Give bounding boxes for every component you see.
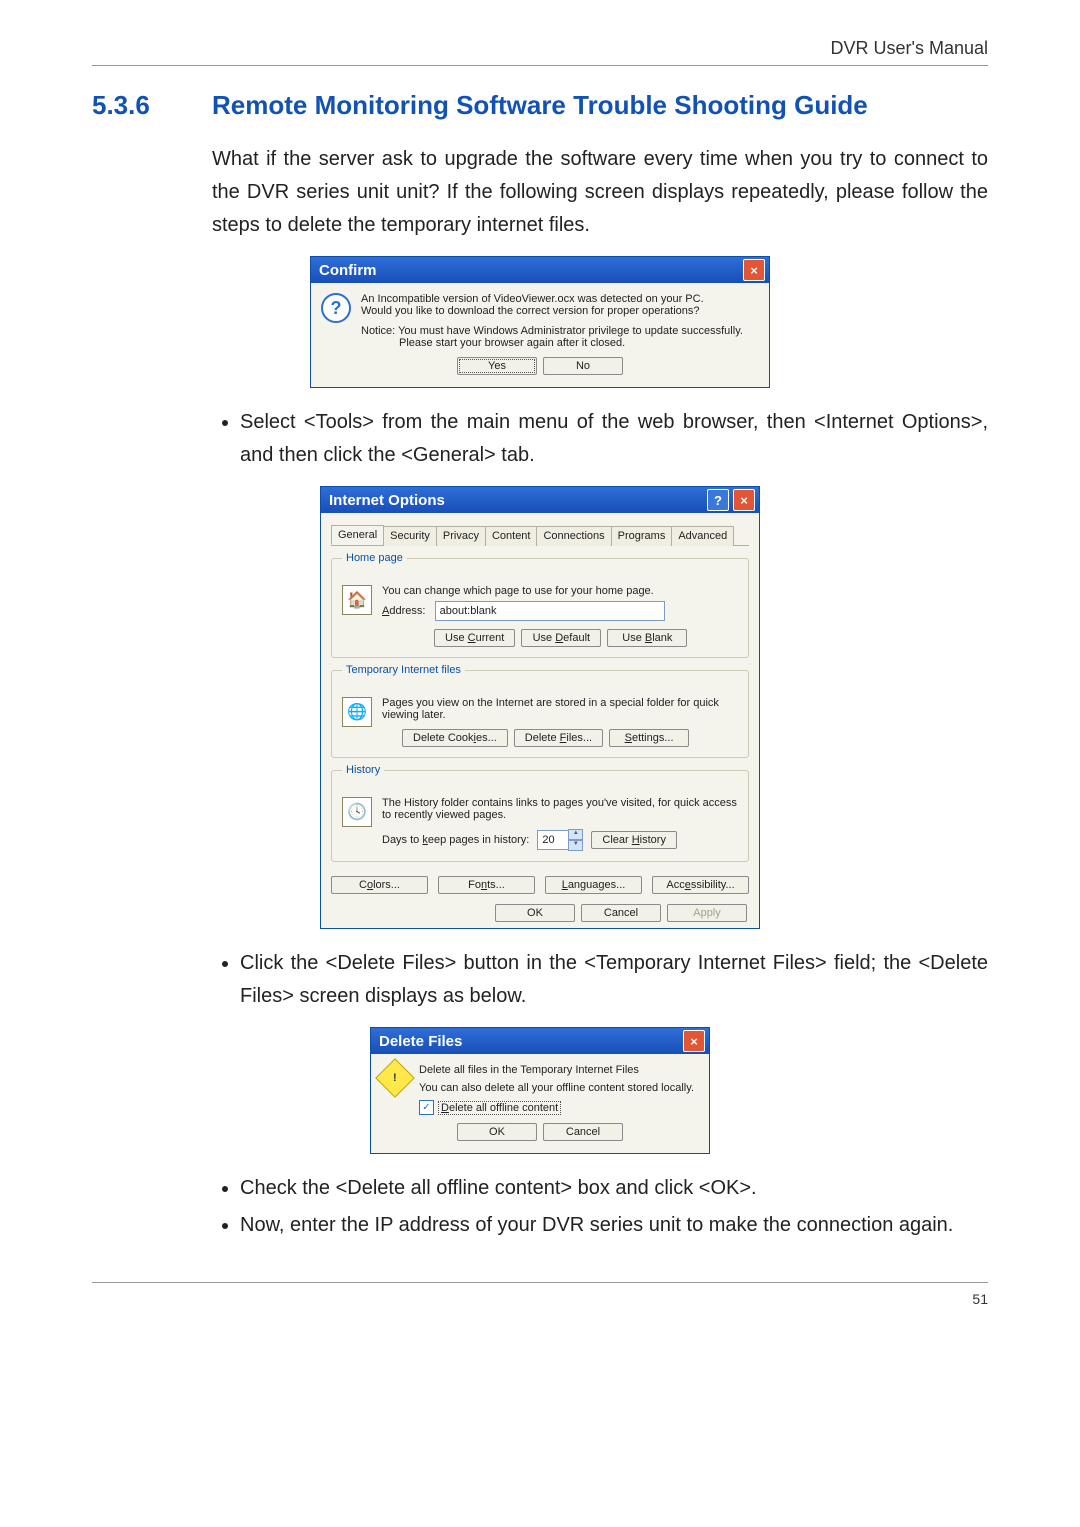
homepage-desc: You can change which page to use for you… xyxy=(382,585,738,597)
home-icon: 🏠 xyxy=(342,585,372,615)
internet-options-dialog: Internet Options ? × General Security Pr… xyxy=(320,486,760,929)
delfiles-msg1: Delete all files in the Temporary Intern… xyxy=(419,1064,699,1076)
step-3: Check the <Delete all offline content> b… xyxy=(240,1172,988,1205)
tempfiles-desc: Pages you view on the Internet are store… xyxy=(382,697,738,721)
cancel-button[interactable]: Cancel xyxy=(543,1123,623,1141)
accessibility-button[interactable]: Accessibility...Accessibility... xyxy=(652,876,749,894)
spinner-arrows-icon[interactable]: ▲▼ xyxy=(568,829,583,851)
heading-title: Remote Monitoring Software Trouble Shoot… xyxy=(212,90,868,121)
days-spinner[interactable]: 20 ▲▼ xyxy=(537,829,583,851)
tab-content[interactable]: Content xyxy=(485,526,538,546)
settings-button[interactable]: Settings...Settings... xyxy=(609,729,689,747)
confirm-titlebar: Confirm × xyxy=(311,257,769,283)
section-heading: 5.3.6 Remote Monitoring Software Trouble… xyxy=(92,90,988,121)
confirm-dialog: Confirm × ? An Incompatible version of V… xyxy=(310,256,770,388)
apply-button[interactable]: Apply xyxy=(667,904,747,922)
confirm-notice: Notice: You must have Windows Administra… xyxy=(361,325,759,337)
confirm-msg1: An Incompatible version of VideoViewer.o… xyxy=(361,293,759,305)
heading-number: 5.3.6 xyxy=(92,90,212,121)
delfiles-msg2: You can also delete all your offline con… xyxy=(419,1082,699,1094)
languages-button[interactable]: Languages...Languages... xyxy=(545,876,642,894)
tempfiles-legend: Temporary Internet files xyxy=(342,664,465,676)
running-header: DVR User's Manual xyxy=(92,38,988,59)
history-desc: The History folder contains links to pag… xyxy=(382,797,738,821)
confirm-notice2: Please start your browser again after it… xyxy=(361,337,759,349)
history-legend: History xyxy=(342,764,384,776)
tempfiles-group: Temporary Internet files 🌐 Pages you vie… xyxy=(331,670,749,758)
close-icon[interactable]: × xyxy=(733,489,755,511)
homepage-legend: Home page xyxy=(342,552,407,564)
address-input[interactable]: about:blank xyxy=(435,601,665,621)
colors-button[interactable]: Colors...Colors... xyxy=(331,876,428,894)
no-button[interactable]: No xyxy=(543,357,623,375)
question-icon: ? xyxy=(321,293,351,323)
use-default-button[interactable]: Use DefaultUse Default xyxy=(521,629,601,647)
inetopt-body: General Security Privacy Content Connect… xyxy=(321,513,759,928)
step-2: Click the <Delete Files> button in the <… xyxy=(240,947,988,1013)
tabbar: General Security Privacy Content Connect… xyxy=(331,525,749,546)
history-group: History 🕓 The History folder contains li… xyxy=(331,770,749,862)
step-1: Select <Tools> from the main menu of the… xyxy=(240,406,988,472)
fonts-button[interactable]: Fonts...Fonts... xyxy=(438,876,535,894)
ok-button[interactable]: OK xyxy=(457,1123,537,1141)
tab-security[interactable]: Security xyxy=(383,526,437,546)
delfiles-button-row: OK Cancel xyxy=(381,1123,699,1141)
days-value[interactable]: 20 xyxy=(537,830,569,850)
delfiles-body: ! Delete all files in the Temporary Inte… xyxy=(371,1054,709,1153)
delete-offline-label: Delete all offline contentDelete all off… xyxy=(438,1101,561,1115)
delfiles-titlebar: Delete Files × xyxy=(371,1028,709,1054)
tab-privacy[interactable]: Privacy xyxy=(436,526,486,546)
clear-history-button[interactable]: Clear HistoryClear History xyxy=(591,831,677,849)
confirm-msg2: Would you like to download the correct v… xyxy=(361,305,759,317)
use-current-button[interactable]: Use CurrentUse Current xyxy=(434,629,515,647)
globe-icon: 🌐 xyxy=(342,697,372,727)
days-label: Days to keep pages in history:Days to ke… xyxy=(382,834,529,846)
intro-paragraph: What if the server ask to upgrade the so… xyxy=(212,143,988,242)
confirm-body: ? An Incompatible version of VideoViewer… xyxy=(311,283,769,387)
confirm-title: Confirm xyxy=(319,262,377,279)
tab-advanced[interactable]: Advanced xyxy=(671,526,734,546)
header-rule xyxy=(92,65,988,66)
homepage-group: Home page 🏠 You can change which page to… xyxy=(331,558,749,658)
close-icon[interactable]: × xyxy=(743,259,765,281)
footer-rule xyxy=(92,1282,988,1283)
tab-general[interactable]: General xyxy=(331,525,384,545)
use-blank-button[interactable]: Use BlankUse Blank xyxy=(607,629,687,647)
yes-button[interactable]: Yes xyxy=(457,357,537,375)
history-icon: 🕓 xyxy=(342,797,372,827)
close-icon[interactable]: × xyxy=(683,1030,705,1052)
document-page: DVR User's Manual 5.3.6 Remote Monitorin… xyxy=(0,0,1080,1527)
ok-button[interactable]: OK xyxy=(495,904,575,922)
step-4: Now, enter the IP address of your DVR se… xyxy=(240,1209,988,1242)
cancel-button[interactable]: Cancel xyxy=(581,904,661,922)
tab-programs[interactable]: Programs xyxy=(611,526,673,546)
address-label: AddAddress:ress: xyxy=(382,605,425,617)
inetopt-titlebar: Internet Options ? × xyxy=(321,487,759,513)
help-icon[interactable]: ? xyxy=(707,489,729,511)
page-number: 51 xyxy=(92,1291,988,1307)
checkbox-icon[interactable]: ✓ xyxy=(419,1100,434,1115)
delete-files-button[interactable]: Delete Files...Delete Files... xyxy=(514,729,603,747)
inetopt-title: Internet Options xyxy=(329,492,445,509)
inetopt-footer-row: OK Cancel Apply xyxy=(327,904,753,928)
tab-connections[interactable]: Connections xyxy=(536,526,611,546)
confirm-button-row: Yes No xyxy=(321,357,759,375)
warning-icon: ! xyxy=(375,1058,415,1098)
delete-cookies-button[interactable]: Delete Cookies...Delete Cookies... xyxy=(402,729,508,747)
delete-offline-checkbox[interactable]: ✓ Delete all offline contentDelete all o… xyxy=(419,1100,699,1115)
delfiles-title: Delete Files xyxy=(379,1033,462,1050)
delete-files-dialog: Delete Files × ! Delete all files in the… xyxy=(370,1027,710,1154)
